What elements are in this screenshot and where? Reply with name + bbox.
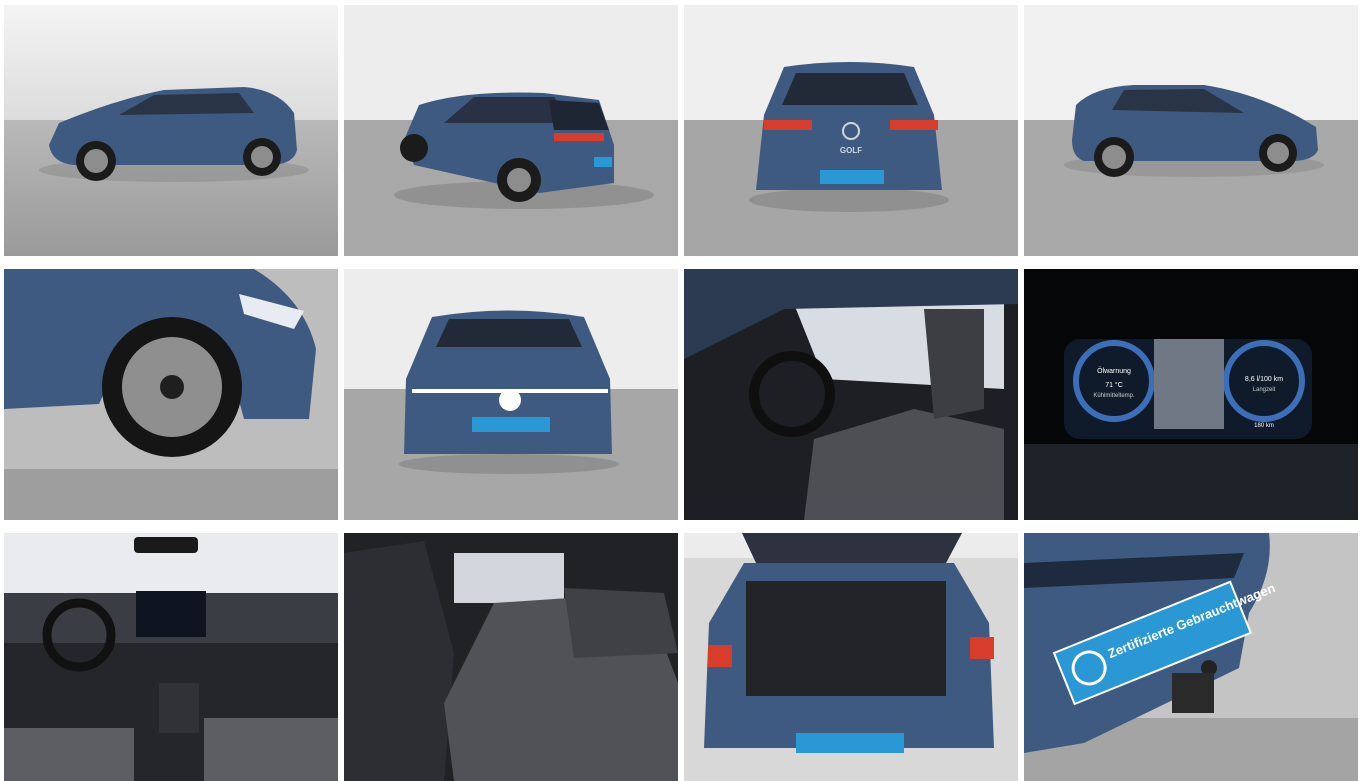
photo-license-plate[interactable]: Zertifizierte Gebrauchtwagen [1024,533,1358,781]
photo-gallery: GOLF Ölwarnung 71 °C Kühlmitteltemp. 8,6… [0,0,1365,781]
photo-rear-seats[interactable] [344,533,678,781]
photo-rear[interactable]: GOLF [684,5,1018,256]
photo-interior-driver[interactable] [684,269,1018,520]
photo-trunk-image [684,533,1018,781]
photo-instrument-cluster[interactable]: Ölwarnung 71 °C Kühlmitteltemp. 8,6 l/10… [1024,269,1358,520]
photo-dashboard-image [4,533,338,781]
cluster-right-sub: Langzeit [1253,387,1276,393]
photo-side-right[interactable] [1024,5,1358,256]
photo-side-left[interactable] [4,5,338,256]
photo-instrument-cluster-image: Ölwarnung 71 °C Kühlmitteltemp. 8,6 l/10… [1024,269,1358,520]
photo-dashboard[interactable] [4,533,338,781]
photo-interior-driver-image [684,269,1018,520]
photo-wheel-detail-image [4,269,338,520]
photo-front-image [344,269,678,520]
photo-wheel-detail[interactable] [4,269,338,520]
photo-side-left-image [4,5,338,256]
photo-rear-seats-image [344,533,678,781]
photo-front[interactable] [344,269,678,520]
cluster-left-label: Ölwarnung [1097,367,1131,375]
rear-model-badge: GOLF [840,146,862,155]
cluster-right-value: 8,6 l/100 km [1245,376,1283,383]
cluster-left-sub: Kühlmitteltemp. [1093,393,1135,399]
photo-rear-image: GOLF [684,5,1018,256]
cluster-left-temp: 71 °C [1105,381,1123,389]
photo-side-right-image [1024,5,1358,256]
cluster-range: 180 km [1254,423,1274,429]
photo-rear-three-quarter-image [344,5,678,256]
photo-license-plate-image: Zertifizierte Gebrauchtwagen [1024,533,1358,781]
photo-trunk[interactable] [684,533,1018,781]
photo-rear-three-quarter[interactable] [344,5,678,256]
